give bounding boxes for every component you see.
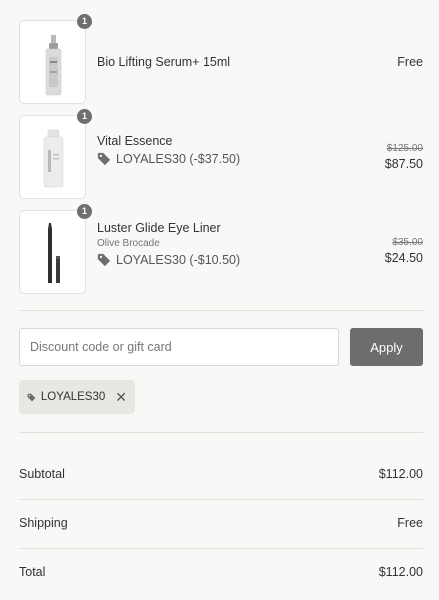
divider [19,432,423,433]
original-price: $35.00 [392,237,423,248]
line-item: 1 Bio Lifting Serum+ 15ml Free [19,14,423,104]
quantity-badge: 1 [77,109,92,124]
subtotal-label: Subtotal [19,467,65,481]
subtotal-value: $112.00 [378,467,423,481]
product-thumbnail: 1 [19,109,92,199]
tag-icon [97,253,111,267]
product-thumbnail: 1 [19,204,92,294]
discount-text: LOYALES30 (-$10.50) [116,253,241,267]
original-price: $125.00 [386,143,423,154]
item-price: $24.50 [384,251,423,265]
item-discount: LOYALES30 (-$10.50) [97,253,240,267]
divider [19,310,423,311]
item-discount: LOYALES30 (-$37.50) [97,152,240,166]
apply-button[interactable]: Apply [350,328,423,366]
line-item: 1 Vital Essence LOYALES30 (-$37.50) $125… [19,109,423,199]
total-label: Total [19,565,46,579]
discount-text: LOYALES30 (-$37.50) [116,152,241,166]
essence-bottle-icon [43,129,64,188]
serum-bottle-icon [45,35,62,96]
product-name: Vital Essence [97,134,173,148]
tag-icon [97,152,111,166]
applied-discount-chip: LOYALES30 ✕ [19,380,135,414]
quantity-badge: 1 [77,14,92,29]
product-variant: Olive Brocade [97,238,160,249]
product-name: Luster Glide Eye Liner [97,221,221,235]
item-price: $87.50 [384,157,423,171]
product-thumbnail: 1 [19,14,92,104]
product-name: Bio Lifting Serum+ 15ml [97,55,231,69]
shipping-value: Free [397,516,423,530]
divider [19,499,423,500]
line-item: 1 Luster Glide Eye Liner Olive Brocade L… [19,204,423,294]
remove-discount-icon[interactable]: ✕ [115,390,127,404]
item-price: Free [397,55,423,69]
eyeliner-pencil-icon [48,223,60,283]
discount-code-input[interactable] [19,328,339,366]
quantity-badge: 1 [77,204,92,219]
shipping-label: Shipping [19,516,68,530]
total-value: $112.00 [378,565,423,579]
applied-code: LOYALES30 [40,391,106,403]
tag-icon [27,393,36,401]
divider [19,548,423,549]
